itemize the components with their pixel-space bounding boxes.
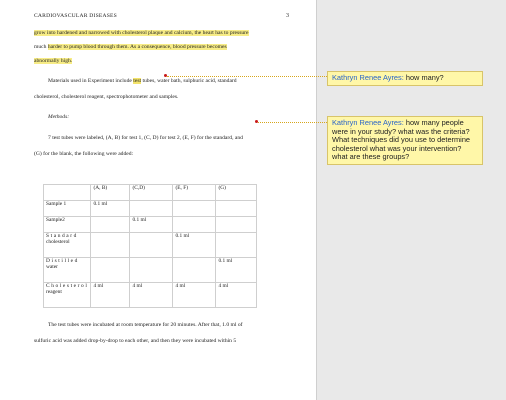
row-label-line: reagent	[46, 289, 62, 295]
reagent-table: (A, B) (C,D) (E, F) (G) Sample 1 0.1 ml …	[42, 184, 258, 308]
table-cell: 0.1 ml	[172, 232, 217, 258]
body-line-9: The test tubes were incubated at room te…	[48, 322, 243, 328]
body-line-1: grow into hardened and narrowed with cho…	[34, 29, 249, 37]
table-cell	[90, 232, 131, 258]
table-cell	[129, 200, 174, 217]
table-header-cell: (C,D)	[129, 184, 174, 201]
table-cell	[215, 200, 258, 217]
table-cell: 4 ml	[172, 282, 217, 308]
methods-heading: Methods:	[48, 114, 70, 120]
table-cell	[90, 257, 131, 283]
document-page: CARDIOVASCULAR DISEASES 3 grow into hard…	[0, 0, 316, 400]
table-cell: 0.1 ml	[90, 200, 131, 217]
table-header-cell	[42, 184, 92, 201]
table-cell: 4 ml	[90, 282, 131, 308]
table-row: Standard cholesterol 0.1 ml	[42, 232, 258, 258]
body-line-7: 7 test tubes were labeled, (A, B) for te…	[48, 135, 243, 141]
highlighted-text[interactable]: harder to pump blood through them. As a …	[47, 44, 227, 50]
body-line-8: (G) for the blank, the following were ad…	[34, 151, 134, 157]
comment-author: Kathryn Renee Ayres:	[332, 73, 404, 82]
comment-bubble[interactable]: Kathryn Renee Ayres: how many?	[327, 71, 483, 86]
table-cell: 4 ml	[215, 282, 258, 308]
table-cell	[215, 216, 258, 233]
highlighted-text[interactable]: test	[133, 78, 142, 84]
table-row: Distilled water 0.1 ml	[42, 257, 258, 283]
table-cell	[90, 216, 131, 233]
table-cell	[172, 200, 217, 217]
body-line-4: Materials used in Experiment include tes…	[48, 77, 237, 85]
table-header-cell: (G)	[215, 184, 258, 201]
page-number: 3	[286, 13, 289, 19]
table-header-row: (A, B) (C,D) (E, F) (G)	[42, 184, 258, 201]
row-label: Sample 1	[42, 200, 92, 217]
row-label-line: cholesterol	[46, 239, 70, 245]
row-label: Cholesterol reagent	[42, 282, 92, 308]
table-cell	[172, 216, 217, 233]
table-cell	[129, 232, 174, 258]
table-header-cell: (E, F)	[172, 184, 217, 201]
table-row: Sample 1 0.1 ml	[42, 200, 258, 217]
table-cell: 0.1 ml	[215, 257, 258, 283]
table-cell	[129, 257, 174, 283]
body-line-3: abnormally high.	[34, 57, 73, 65]
highlighted-text[interactable]: abnormally high.	[34, 58, 73, 64]
table-row: Cholesterol reagent 4 ml 4 ml 4 ml 4 ml	[42, 282, 258, 308]
comment-bubble[interactable]: Kathryn Renee Ayres: how many people wer…	[327, 116, 483, 165]
table-row: Sample2 0.1 ml	[42, 216, 258, 233]
row-label: Standard cholesterol	[42, 232, 92, 258]
row-label: Distilled water	[42, 257, 92, 283]
comments-margin-panel	[316, 0, 506, 400]
row-label-line: water	[46, 264, 58, 270]
running-head: CARDIOVASCULAR DISEASES	[34, 13, 117, 19]
body-line-5: cholesterol, cholesterol reagent, spectr…	[34, 94, 179, 100]
body-text: tubes, water bath, sulphuric acid, stand…	[141, 78, 237, 84]
body-text: Materials used in Experiment include	[48, 78, 134, 84]
body-line-10: sulfuric acid was added drop-by-drop to …	[34, 338, 237, 344]
table-cell: 4 ml	[129, 282, 174, 308]
table-cell	[172, 257, 217, 283]
table-cell: 0.1 ml	[129, 216, 174, 233]
comment-text: how many?	[405, 73, 444, 82]
table-header-cell: (A, B)	[90, 184, 131, 201]
comment-connector-line	[167, 76, 327, 77]
body-line-2: much harder to pump blood through them. …	[34, 43, 227, 51]
row-label: Sample2	[42, 216, 92, 233]
body-text: much	[34, 44, 48, 50]
table-cell	[215, 232, 258, 258]
highlighted-text[interactable]: grow into hardened and narrowed with cho…	[34, 30, 249, 36]
comment-connector-line	[258, 122, 327, 123]
